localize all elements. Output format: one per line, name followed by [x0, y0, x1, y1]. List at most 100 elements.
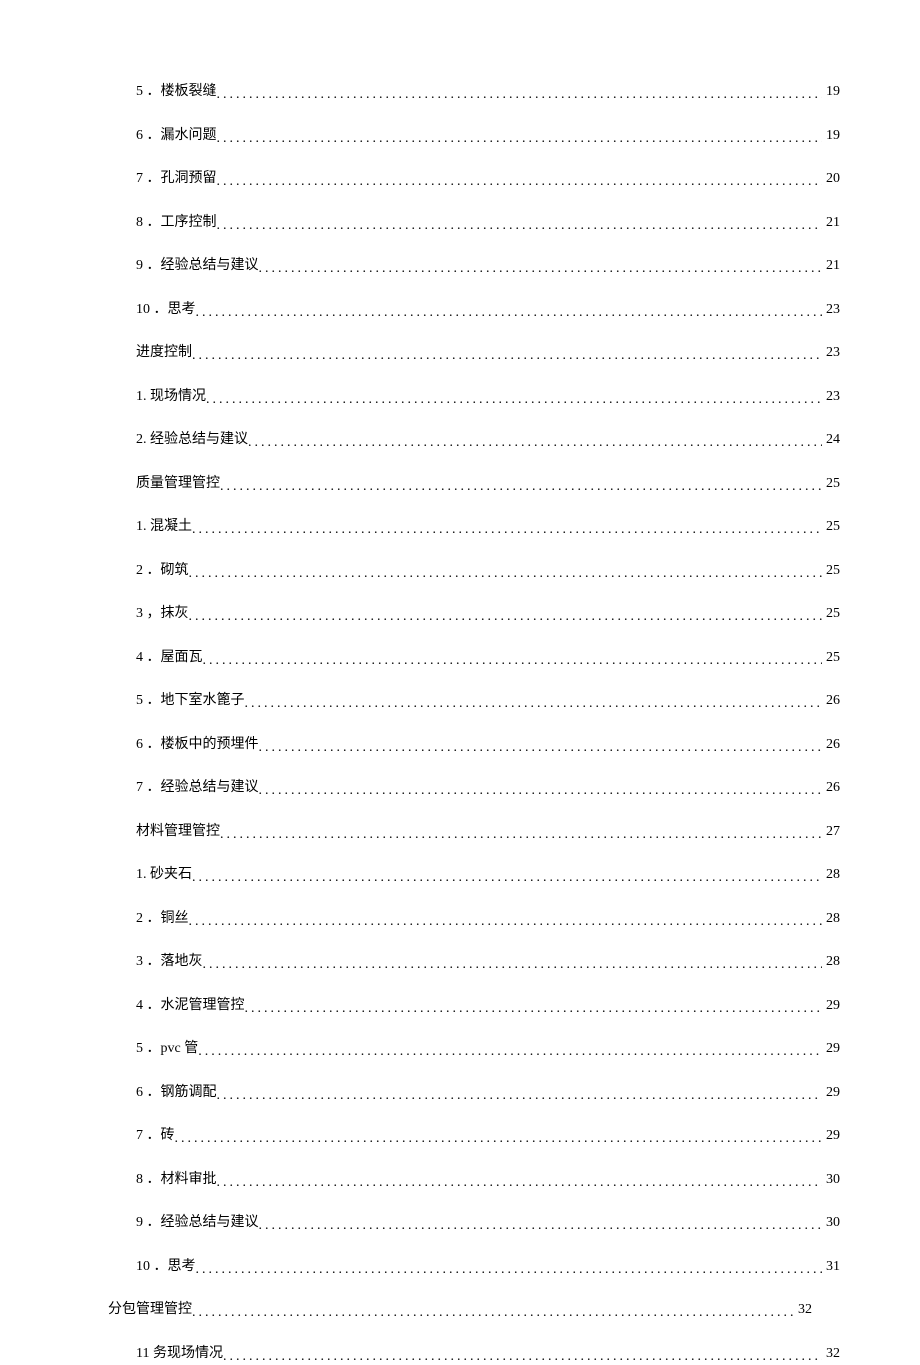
toc-leader-dots [259, 1218, 823, 1234]
toc-leader-dots [192, 870, 822, 886]
toc-page-number: 29 [822, 998, 840, 1014]
toc-entry[interactable]: 5 ．pvc 管 29 [108, 1037, 840, 1057]
toc-label: 7 ．砖 [136, 1124, 175, 1144]
toc-entry[interactable]: 11 务现场情况 32 [108, 1342, 840, 1362]
toc-label: 9 ．经验总结与建议 [136, 254, 259, 274]
toc-page-number: 24 [822, 432, 840, 448]
toc-leader-dots [245, 1001, 823, 1017]
toc-entry[interactable]: 9 ．经验总结与建议30 [108, 1211, 840, 1231]
toc-leader-dots [248, 435, 822, 451]
toc-entry[interactable]: 6 ．漏水问题 19 [108, 124, 840, 144]
toc-page-number: 29 [822, 1085, 840, 1101]
toc-entry[interactable]: 7 ．经验总结与建议 26 [108, 776, 840, 796]
toc-label: 2 ．砌筑 [136, 559, 189, 579]
toc-page-number: 21 [822, 215, 840, 231]
toc-leader-dots [245, 696, 823, 712]
toc-label: 7 ．孔洞预留 [136, 167, 217, 187]
toc-label: 3 ．落地灰 [136, 950, 203, 970]
toc-label: 2 ．铜丝 [136, 907, 189, 927]
toc-leader-dots [203, 653, 823, 669]
toc-label: 1. 现场情况 [136, 385, 206, 405]
toc-entry[interactable]: 进度控制 23 [108, 341, 840, 361]
toc-label: 1. 砂夹石 [136, 863, 192, 883]
toc-leader-dots [217, 131, 823, 147]
toc-leader-dots [196, 305, 823, 321]
toc-page-number: 20 [822, 171, 840, 187]
toc-label: 7 ．经验总结与建议 [136, 776, 259, 796]
toc-label: 材料管理管控 [136, 820, 220, 840]
toc-label: 6 ．漏水问题 [136, 124, 217, 144]
toc-label: 6 ．钢筋调配 [136, 1081, 217, 1101]
toc-leader-dots [259, 740, 823, 756]
toc-page-number: 28 [822, 911, 840, 927]
toc-page-number: 25 [822, 476, 840, 492]
toc-entry[interactable]: 1. 混凝土 25 [108, 515, 840, 535]
toc-page-number: 29 [822, 1128, 840, 1144]
toc-label: 8 ．材料审批 [136, 1168, 217, 1188]
toc-label: 3 ，抹灰 [136, 602, 189, 622]
toc-entry[interactable]: 6 ．楼板中的预埋件 26 [108, 733, 840, 753]
toc-page-number: 19 [822, 84, 840, 100]
toc-leader-dots [206, 392, 822, 408]
toc-entry[interactable]: 3 ．落地灰 28 [108, 950, 840, 970]
toc-entry[interactable]: 4 ．水泥管理管控 29 [108, 994, 840, 1014]
toc-entry[interactable]: 7 ．孔洞预留 20 [108, 167, 840, 187]
toc-leader-dots [189, 566, 823, 582]
toc-label: 分包管理管控 [108, 1298, 192, 1318]
toc-entry[interactable]: 材料管理管控 27 [108, 820, 840, 840]
toc-entry[interactable]: 2. 经验总结与建议 24 [108, 428, 840, 448]
toc-entry[interactable]: 2 ．砌筑 25 [108, 559, 840, 579]
toc-page-number: 23 [822, 345, 840, 361]
toc-entry[interactable]: 8 ．材料审批 30 [108, 1168, 840, 1188]
toc-leader-dots [217, 174, 823, 190]
toc-entry[interactable]: 6 ．钢筋调配 29 [108, 1081, 840, 1101]
toc-entry[interactable]: 1. 砂夹石 28 [108, 863, 840, 883]
toc-leader-dots [189, 609, 823, 625]
toc-entry[interactable]: 1. 现场情况 23 [108, 385, 840, 405]
toc-entry[interactable]: 5 ．楼板裂缝 19 [108, 80, 840, 100]
toc-label: 10 ．思考 [136, 298, 196, 318]
toc-page-number: 29 [822, 1041, 840, 1057]
toc-page-number: 19 [822, 128, 840, 144]
toc-page-number: 21 [822, 258, 840, 274]
toc-label: 6 ．楼板中的预埋件 [136, 733, 259, 753]
toc-leader-dots [175, 1131, 823, 1147]
toc-page-number: 25 [822, 519, 840, 535]
toc-leader-dots [259, 783, 823, 799]
toc-entry[interactable]: 3 ，抹灰25 [108, 602, 840, 622]
toc-entry[interactable]: 2 ．铜丝 28 [108, 907, 840, 927]
toc-page-number: 26 [822, 780, 840, 796]
toc-page-number: 26 [822, 737, 840, 753]
toc-entry[interactable]: 10 ．思考 31 [108, 1255, 840, 1275]
toc-label: 5 ．楼板裂缝 [136, 80, 217, 100]
toc-page-number: 32 [822, 1346, 840, 1362]
toc-leader-dots [223, 1349, 822, 1365]
toc-label: 2. 经验总结与建议 [136, 428, 248, 448]
toc-label: 5 ．pvc 管 [136, 1037, 198, 1057]
toc-page-number: 31 [822, 1259, 840, 1275]
toc-leader-dots [217, 1088, 823, 1104]
toc-label: 5 ．地下室水篦子 [136, 689, 245, 709]
toc-page-number: 25 [822, 563, 840, 579]
toc-leader-dots [217, 87, 823, 103]
toc-entry[interactable]: 7 ．砖 29 [108, 1124, 840, 1144]
toc-label: 进度控制 [136, 341, 192, 361]
toc-entry[interactable]: 10 ．思考 23 [108, 298, 840, 318]
toc-page-number: 30 [822, 1172, 840, 1188]
table-of-contents: 5 ．楼板裂缝196 ．漏水问题197 ．孔洞预留208 ．工序控制219 ．经… [108, 80, 812, 1362]
toc-entry[interactable]: 5 ．地下室水篦子 26 [108, 689, 840, 709]
toc-entry[interactable]: 质量管理管控 25 [108, 472, 840, 492]
toc-leader-dots [217, 218, 823, 234]
toc-leader-dots [259, 261, 823, 277]
toc-entry[interactable]: 4 ．屋面瓦 25 [108, 646, 840, 666]
toc-page-number: 26 [822, 693, 840, 709]
toc-entry[interactable]: 9 ．经验总结与建议 21 [108, 254, 840, 274]
toc-leader-dots [220, 479, 822, 495]
toc-entry[interactable]: 分包管理管控 32 [108, 1298, 812, 1318]
toc-page-number: 23 [822, 389, 840, 405]
toc-entry[interactable]: 8 ．工序控制21 [108, 211, 840, 231]
toc-page-number: 25 [822, 650, 840, 666]
toc-page-number: 32 [794, 1302, 812, 1318]
toc-leader-dots [189, 914, 823, 930]
toc-leader-dots [203, 957, 823, 973]
